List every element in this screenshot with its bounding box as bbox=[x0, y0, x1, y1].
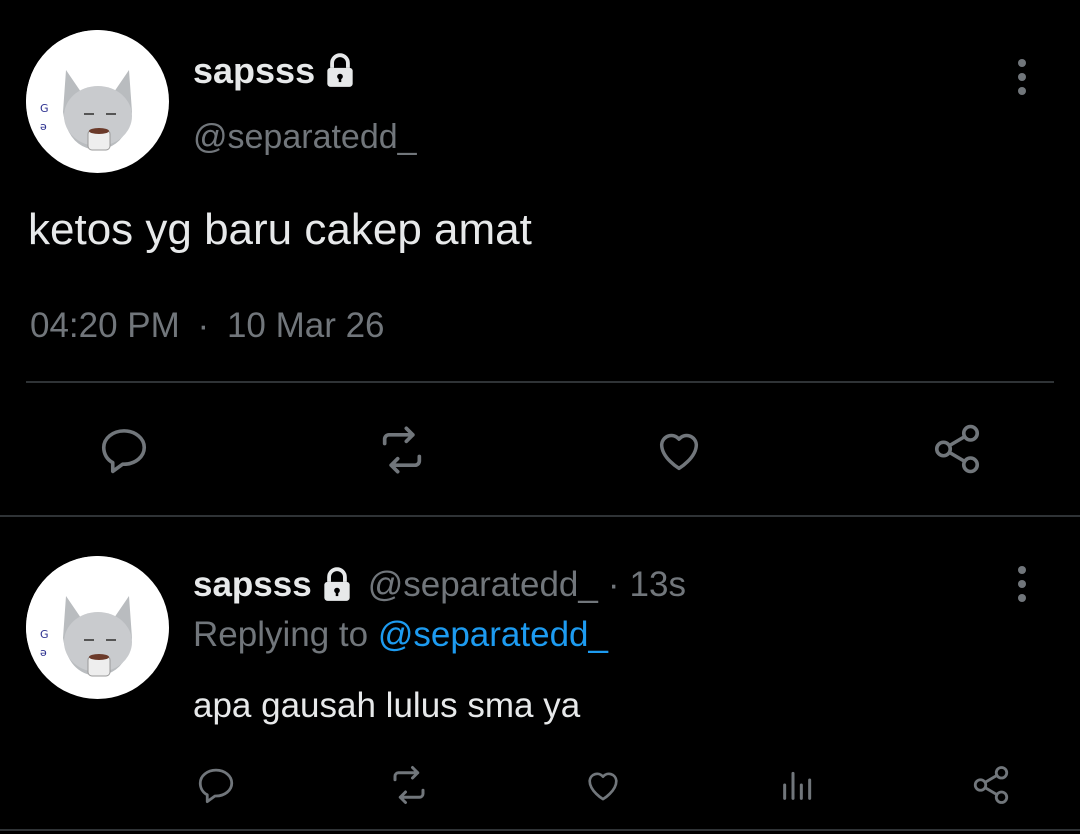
cat-mascot-icon: G ə bbox=[26, 30, 168, 172]
reply-header-row: sapsss @separatedd_ · 13s bbox=[193, 562, 686, 608]
section-divider bbox=[0, 515, 1080, 517]
bottom-divider bbox=[0, 829, 1080, 831]
lock-icon bbox=[324, 567, 350, 601]
replying-to-label: Replying to bbox=[193, 615, 369, 654]
main-timestamp-row: 04:20 PM · 10 Mar 26 bbox=[30, 306, 385, 346]
main-separator: · bbox=[197, 306, 210, 345]
replying-to-handle[interactable]: @separatedd_ bbox=[378, 615, 608, 654]
main-display-name[interactable]: sapsss bbox=[193, 50, 315, 92]
retweet-icon bbox=[393, 766, 425, 804]
reply-handle[interactable]: @separatedd_ bbox=[368, 565, 598, 605]
replying-to-row: Replying to @separatedd_ bbox=[193, 615, 608, 655]
reply-like-button[interactable] bbox=[580, 762, 626, 808]
main-display-name-row: sapsss bbox=[193, 48, 359, 94]
reply-display-name[interactable]: sapsss bbox=[193, 565, 312, 605]
reply-age[interactable]: 13s bbox=[630, 565, 686, 605]
reply-icon bbox=[101, 429, 147, 474]
svg-text:ə: ə bbox=[40, 120, 47, 133]
main-avatar[interactable]: G ə bbox=[26, 30, 169, 173]
main-share-button[interactable] bbox=[927, 418, 987, 480]
main-like-button[interactable] bbox=[649, 420, 709, 480]
main-date[interactable]: 10 Mar 26 bbox=[227, 306, 385, 345]
analytics-icon bbox=[783, 771, 812, 800]
share-icon bbox=[973, 766, 1009, 804]
svg-text:G: G bbox=[40, 628, 49, 641]
reply-icon bbox=[198, 768, 234, 804]
share-icon bbox=[934, 424, 980, 474]
svg-text:ə: ə bbox=[40, 646, 47, 659]
main-more-button[interactable] bbox=[1002, 55, 1042, 99]
main-divider bbox=[26, 381, 1054, 383]
main-reply-button[interactable] bbox=[94, 420, 154, 480]
svg-text:G: G bbox=[40, 102, 49, 115]
reply-more-button[interactable] bbox=[1002, 562, 1042, 606]
main-retweet-button[interactable] bbox=[371, 420, 433, 480]
like-icon bbox=[588, 772, 618, 801]
lock-icon bbox=[327, 53, 353, 87]
main-tweet-text: ketos yg baru cakep amat bbox=[28, 205, 532, 254]
reply-share-button[interactable] bbox=[968, 762, 1014, 808]
more-vertical-icon bbox=[1018, 59, 1026, 95]
reply-avatar[interactable]: G ə bbox=[26, 556, 169, 699]
reply-separator: · bbox=[607, 565, 620, 604]
reply-analytics-button[interactable] bbox=[775, 762, 821, 808]
cat-mascot-icon: G ə bbox=[26, 556, 168, 698]
reply-tweet-text: apa gausah lulus sma ya bbox=[193, 686, 581, 725]
main-time[interactable]: 04:20 PM bbox=[30, 306, 180, 345]
retweet-icon bbox=[382, 426, 422, 474]
more-vertical-icon bbox=[1018, 566, 1026, 602]
reply-reply-button[interactable] bbox=[193, 762, 239, 808]
reply-retweet-button[interactable] bbox=[385, 762, 433, 808]
main-handle[interactable]: @separatedd_ bbox=[193, 118, 417, 157]
like-icon bbox=[659, 433, 699, 471]
